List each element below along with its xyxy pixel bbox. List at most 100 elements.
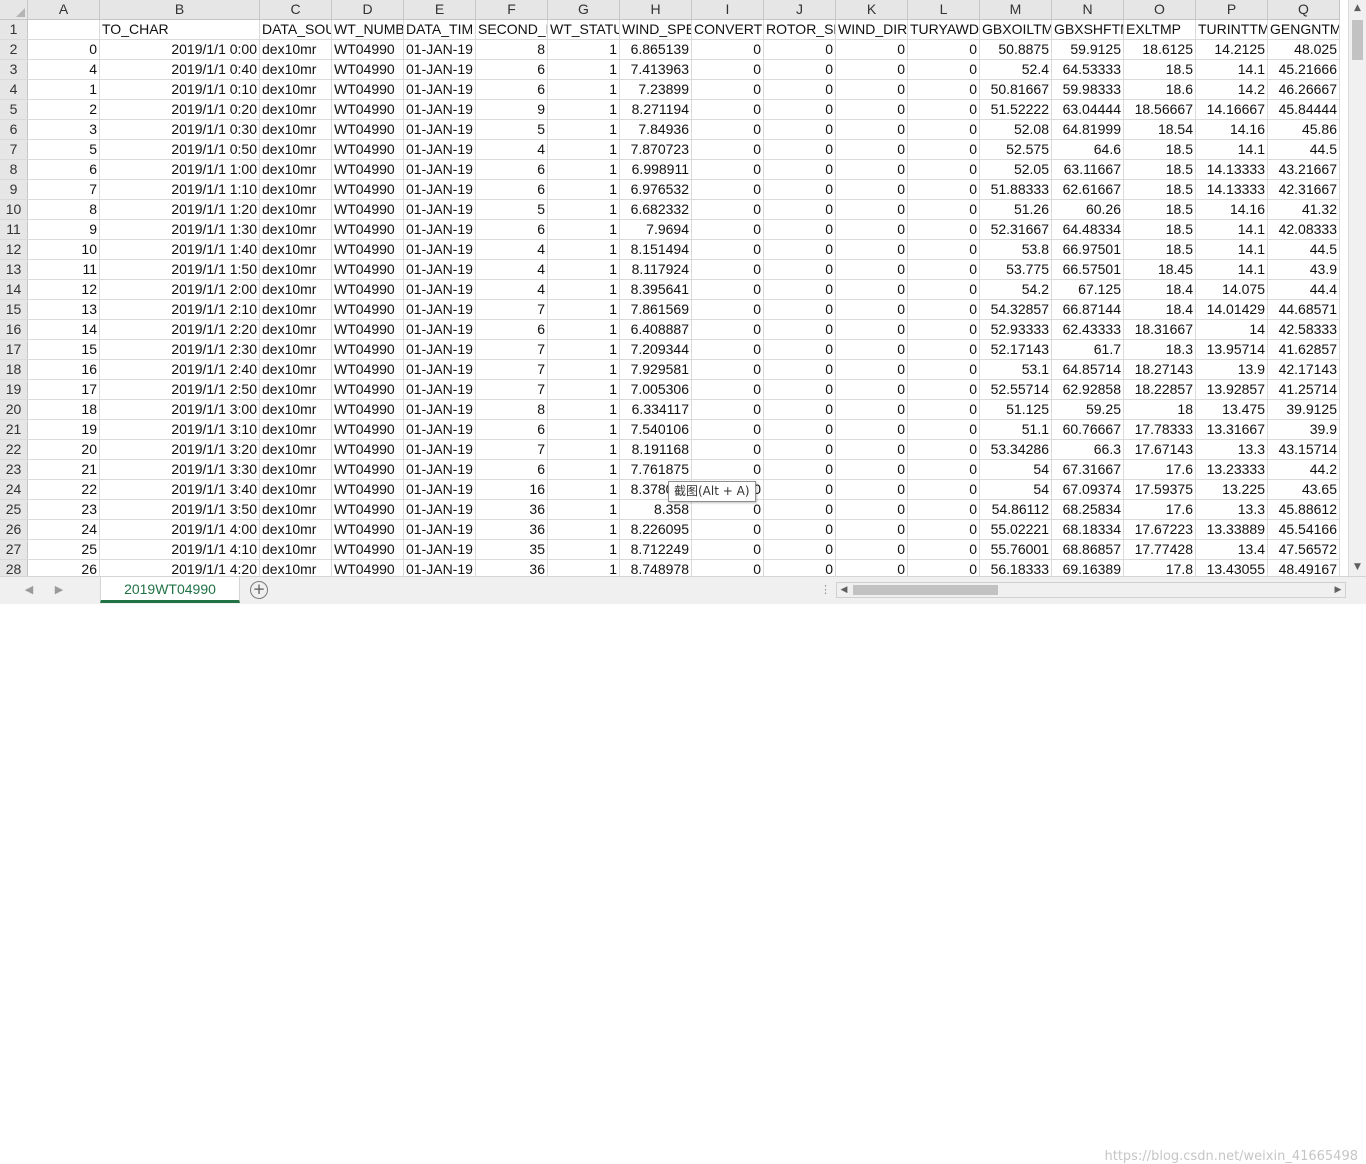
- table-cell[interactable]: 64.6: [1052, 140, 1124, 159]
- table-cell[interactable]: 17.6: [1124, 460, 1196, 479]
- table-cell[interactable]: 0: [908, 60, 980, 79]
- table-cell[interactable]: 7.540106: [620, 420, 692, 439]
- table-cell[interactable]: dex10mr: [260, 380, 332, 399]
- table-cell[interactable]: 2019/1/1 3:30: [100, 460, 260, 479]
- table-cell[interactable]: 0: [836, 60, 908, 79]
- table-cell[interactable]: 6: [476, 320, 548, 339]
- vertical-scroll-thumb[interactable]: [1352, 20, 1363, 60]
- table-cell[interactable]: 0: [764, 60, 836, 79]
- table-cell[interactable]: 1: [548, 80, 620, 99]
- table-cell[interactable]: 0: [836, 240, 908, 259]
- table-cell[interactable]: WT04990: [332, 560, 404, 576]
- table-cell[interactable]: WT04990: [332, 440, 404, 459]
- table-cell[interactable]: dex10mr: [260, 200, 332, 219]
- table-cell[interactable]: 7.870723: [620, 140, 692, 159]
- table-cell[interactable]: dex10mr: [260, 100, 332, 119]
- table-cell[interactable]: 51.52222: [980, 100, 1052, 119]
- column-header-k[interactable]: K: [836, 0, 908, 19]
- table-cell[interactable]: 14.1: [1196, 140, 1268, 159]
- table-cell[interactable]: 45.84444: [1268, 100, 1340, 119]
- table-cell[interactable]: 0: [692, 180, 764, 199]
- table-cell[interactable]: 4: [476, 140, 548, 159]
- table-cell[interactable]: 01-JAN-19: [404, 560, 476, 576]
- table-cell[interactable]: 0: [908, 380, 980, 399]
- table-cell[interactable]: dex10mr: [260, 80, 332, 99]
- table-cell[interactable]: DATA_TIM: [404, 20, 476, 39]
- table-cell[interactable]: 1: [548, 220, 620, 239]
- row-header[interactable]: 7: [0, 140, 28, 159]
- column-header-j[interactable]: J: [764, 0, 836, 19]
- table-cell[interactable]: 44.4: [1268, 280, 1340, 299]
- horizontal-scroll-thumb[interactable]: [853, 585, 998, 595]
- table-cell[interactable]: 18: [28, 400, 100, 419]
- table-cell[interactable]: 0: [692, 280, 764, 299]
- table-cell[interactable]: 14.1: [1196, 240, 1268, 259]
- table-cell[interactable]: 0: [908, 220, 980, 239]
- table-cell[interactable]: 25: [28, 540, 100, 559]
- table-cell[interactable]: 01-JAN-19: [404, 240, 476, 259]
- table-cell[interactable]: 43.21667: [1268, 160, 1340, 179]
- table-cell[interactable]: 01-JAN-19: [404, 120, 476, 139]
- table-cell[interactable]: 0: [836, 320, 908, 339]
- table-cell[interactable]: 41.25714: [1268, 380, 1340, 399]
- table-cell[interactable]: 01-JAN-19: [404, 260, 476, 279]
- table-cell[interactable]: 14: [28, 320, 100, 339]
- table-cell[interactable]: 5: [476, 200, 548, 219]
- table-cell[interactable]: 1: [548, 400, 620, 419]
- table-cell[interactable]: 0: [764, 500, 836, 519]
- table-cell[interactable]: dex10mr: [260, 140, 332, 159]
- table-cell[interactable]: 2019/1/1 0:50: [100, 140, 260, 159]
- table-cell[interactable]: 01-JAN-19: [404, 360, 476, 379]
- row-header[interactable]: 21: [0, 420, 28, 439]
- table-cell[interactable]: 53.34286: [980, 440, 1052, 459]
- column-header-i[interactable]: I: [692, 0, 764, 19]
- row-header[interactable]: 24: [0, 480, 28, 499]
- table-cell[interactable]: 1: [548, 260, 620, 279]
- table-cell[interactable]: 45.54166: [1268, 520, 1340, 539]
- table-cell[interactable]: 1: [548, 540, 620, 559]
- table-cell[interactable]: WIND_DIR: [836, 20, 908, 39]
- table-cell[interactable]: 0: [764, 300, 836, 319]
- table-cell[interactable]: 0: [764, 40, 836, 59]
- table-cell[interactable]: 0: [692, 260, 764, 279]
- scroll-left-arrow-icon[interactable]: ◀: [837, 583, 851, 597]
- table-cell[interactable]: 17.78333: [1124, 420, 1196, 439]
- table-cell[interactable]: 14.1: [1196, 260, 1268, 279]
- table-cell[interactable]: 46.26667: [1268, 80, 1340, 99]
- table-cell[interactable]: 0: [692, 340, 764, 359]
- table-cell[interactable]: 0: [764, 420, 836, 439]
- table-cell[interactable]: SECOND_D: [476, 20, 548, 39]
- table-cell[interactable]: 19: [28, 420, 100, 439]
- table-cell[interactable]: 0: [692, 360, 764, 379]
- table-cell[interactable]: WT04990: [332, 520, 404, 539]
- table-cell[interactable]: 0: [764, 140, 836, 159]
- table-cell[interactable]: dex10mr: [260, 160, 332, 179]
- table-cell[interactable]: 01-JAN-19: [404, 60, 476, 79]
- table-cell[interactable]: dex10mr: [260, 360, 332, 379]
- column-header-h[interactable]: H: [620, 0, 692, 19]
- table-cell[interactable]: 55.02221: [980, 520, 1052, 539]
- table-cell[interactable]: 59.9125: [1052, 40, 1124, 59]
- table-cell[interactable]: 52.17143: [980, 340, 1052, 359]
- table-cell[interactable]: 5: [476, 120, 548, 139]
- table-cell[interactable]: 13.95714: [1196, 340, 1268, 359]
- table-cell[interactable]: 0: [836, 440, 908, 459]
- table-cell[interactable]: 01-JAN-19: [404, 520, 476, 539]
- table-cell[interactable]: 01-JAN-19: [404, 160, 476, 179]
- table-cell[interactable]: 1: [548, 440, 620, 459]
- table-cell[interactable]: WIND_SPE: [620, 20, 692, 39]
- table-cell[interactable]: dex10mr: [260, 180, 332, 199]
- table-cell[interactable]: 0: [908, 280, 980, 299]
- table-cell[interactable]: 14.01429: [1196, 300, 1268, 319]
- table-cell[interactable]: dex10mr: [260, 320, 332, 339]
- table-cell[interactable]: 6.682332: [620, 200, 692, 219]
- table-cell[interactable]: 56.18333: [980, 560, 1052, 576]
- table-cell[interactable]: 2019/1/1 3:00: [100, 400, 260, 419]
- table-cell[interactable]: 16: [28, 360, 100, 379]
- table-cell[interactable]: 7: [476, 360, 548, 379]
- table-cell[interactable]: 0: [764, 180, 836, 199]
- table-cell[interactable]: 14.1: [1196, 220, 1268, 239]
- table-cell[interactable]: 7: [476, 440, 548, 459]
- row-header[interactable]: 15: [0, 300, 28, 319]
- table-cell[interactable]: 20: [28, 440, 100, 459]
